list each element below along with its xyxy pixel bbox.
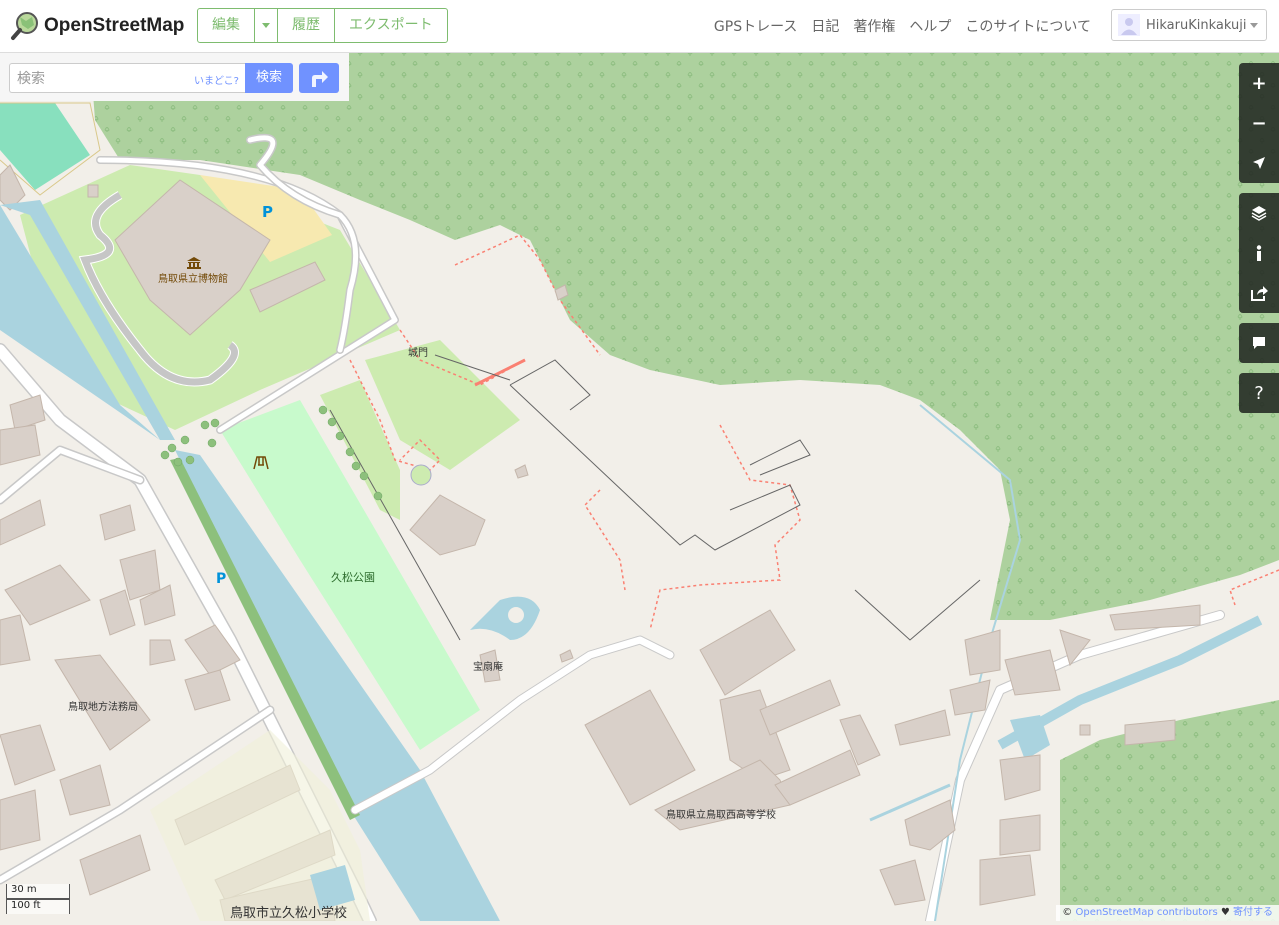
osm-contributors-link[interactable]: OpenStreetMap contributors bbox=[1075, 907, 1217, 918]
scale-metric: 30 m bbox=[6, 884, 70, 899]
search-panel: いまどこ? 検索 bbox=[0, 53, 349, 101]
zoom-out-button[interactable]: − bbox=[1239, 103, 1279, 143]
add-note-button[interactable] bbox=[1239, 323, 1279, 363]
edit-button[interactable]: 編集 bbox=[198, 9, 254, 42]
site-logo[interactable]: OpenStreetMap bbox=[10, 10, 184, 42]
edit-dropdown-caret[interactable] bbox=[254, 9, 277, 42]
nav-help[interactable]: ヘルプ bbox=[909, 16, 951, 36]
location-arrow-icon bbox=[1253, 157, 1265, 169]
note-controls bbox=[1239, 323, 1279, 363]
export-button[interactable]: エクスポート bbox=[334, 9, 447, 42]
edit-button-group: 編集 履歴 エクスポート bbox=[197, 8, 448, 43]
question-icon: ? bbox=[1254, 382, 1264, 404]
top-nav: GPSトレース 日記 著作権 ヘルプ このサイトについて bbox=[714, 16, 1091, 36]
heart-icon: ♥ bbox=[1220, 907, 1230, 918]
avatar-icon bbox=[1118, 14, 1140, 36]
map-tiles bbox=[0, 53, 1279, 925]
info-icon bbox=[1256, 245, 1262, 261]
search-input[interactable] bbox=[15, 68, 189, 90]
minus-icon: − bbox=[1251, 112, 1267, 134]
nav-copyright[interactable]: 著作権 bbox=[853, 16, 895, 36]
donate-link[interactable]: 寄付する bbox=[1233, 907, 1273, 918]
site-name: OpenStreetMap bbox=[44, 15, 185, 36]
comment-icon bbox=[1253, 337, 1265, 349]
query-features-button[interactable]: ? bbox=[1239, 373, 1279, 413]
share-icon bbox=[1251, 286, 1268, 301]
map-panel-controls bbox=[1239, 193, 1279, 313]
chevron-down-icon bbox=[262, 23, 270, 28]
query-controls: ? bbox=[1239, 373, 1279, 413]
user-menu[interactable]: HikaruKinkakuji bbox=[1111, 9, 1267, 41]
history-button[interactable]: 履歴 bbox=[277, 9, 334, 42]
map-canvas[interactable]: 鳥取県立博物館 P P 城門 久松公園 宝扇庵 鳥取地方法務局 鳥取県立鳥取西高… bbox=[0, 53, 1279, 925]
header: OpenStreetMap 編集 履歴 エクスポート GPSトレース 日記 著作… bbox=[0, 0, 1279, 53]
username: HikaruKinkakuji bbox=[1146, 17, 1247, 33]
directions-icon bbox=[312, 71, 328, 87]
nav-diary[interactable]: 日記 bbox=[811, 16, 839, 36]
layers-button[interactable] bbox=[1239, 193, 1279, 233]
nav-gps-traces[interactable]: GPSトレース bbox=[714, 16, 797, 36]
search-button[interactable]: 検索 bbox=[245, 63, 293, 93]
magnifier-logo-icon bbox=[10, 11, 40, 41]
attribution: © OpenStreetMap contributors ♥ 寄付する bbox=[1056, 905, 1279, 921]
map-key-button[interactable] bbox=[1239, 233, 1279, 273]
zoom-in-button[interactable]: + bbox=[1239, 63, 1279, 103]
directions-button[interactable] bbox=[299, 63, 339, 93]
copyright-symbol: © bbox=[1062, 907, 1073, 918]
chevron-down-icon bbox=[1250, 23, 1258, 28]
share-button[interactable] bbox=[1239, 273, 1279, 313]
scale-imperial: 100 ft bbox=[6, 899, 70, 914]
nav-about[interactable]: このサイトについて bbox=[965, 16, 1091, 36]
search-box: いまどこ? bbox=[9, 63, 245, 93]
where-am-i-link[interactable]: いまどこ? bbox=[194, 72, 239, 87]
plus-icon: + bbox=[1251, 72, 1267, 94]
layers-icon bbox=[1251, 206, 1267, 221]
zoom-controls: + − bbox=[1239, 63, 1279, 183]
scale-bar: 30 m 100 ft bbox=[6, 884, 70, 914]
locate-button[interactable] bbox=[1239, 143, 1279, 183]
